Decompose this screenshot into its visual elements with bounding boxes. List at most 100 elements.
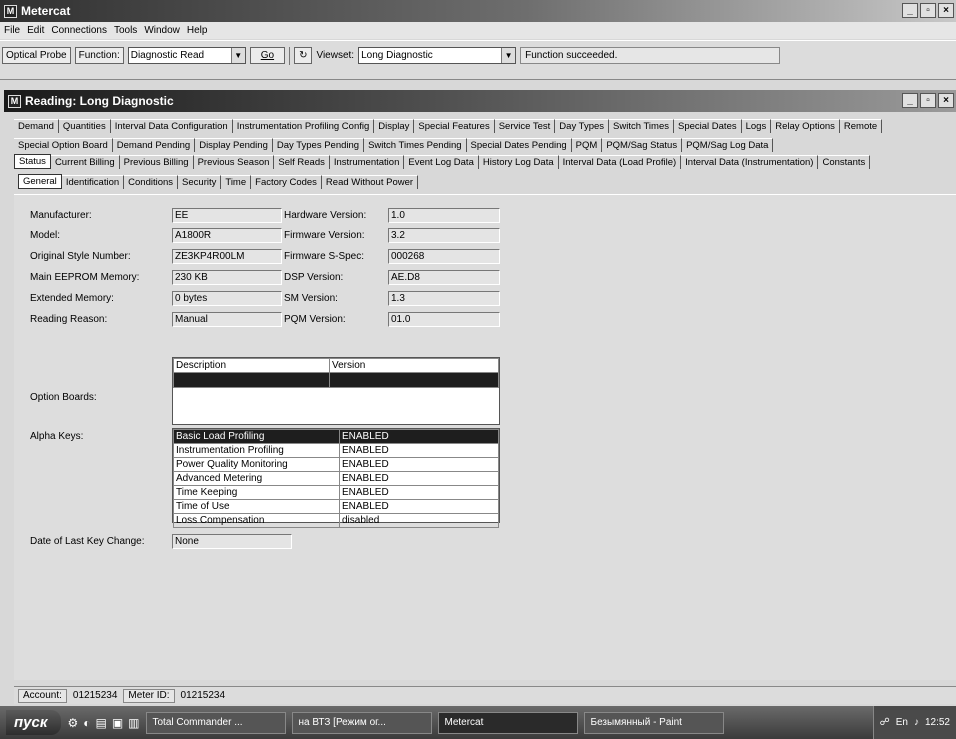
tab-display[interactable]: Display: [374, 118, 415, 133]
tab-special-features[interactable]: Special Features: [414, 118, 495, 133]
start-button[interactable]: пуск: [6, 710, 62, 735]
minimize-icon[interactable]: _: [902, 3, 918, 18]
task-total-commander[interactable]: Total Commander ...: [145, 711, 286, 734]
tab-switch-times-pending[interactable]: Switch Times Pending: [364, 137, 467, 152]
browser-icon[interactable]: ◐: [83, 716, 90, 730]
tab-pqm-sag-status[interactable]: PQM/Sag Status: [602, 137, 683, 152]
tab-row-1: Demand Quantities Interval Data Configur…: [14, 118, 956, 133]
table-row[interactable]: Loss Compensation disabled: [173, 513, 499, 528]
viewset-select[interactable]: Long Diagnostic ▼: [358, 47, 517, 64]
system-tray: ☍ En ♪ 12:52: [872, 706, 956, 739]
image-icon[interactable]: ▣: [112, 716, 123, 730]
tab-previous-billing[interactable]: Previous Billing: [119, 154, 194, 169]
menu-edit[interactable]: Edit: [27, 25, 44, 36]
refresh-icon[interactable]: ↻: [294, 47, 313, 64]
menu-tools[interactable]: Tools: [114, 25, 137, 36]
alpha-key-name: Power Quality Monitoring: [173, 457, 340, 472]
table-row[interactable]: Advanced Metering ENABLED: [173, 471, 499, 486]
tab-constants[interactable]: Constants: [818, 154, 871, 169]
tab-day-types[interactable]: Day Types: [555, 118, 610, 133]
folder-icon[interactable]: ▥: [128, 716, 139, 730]
reading-window-title-bar: M Reading: Long Diagnostic _ ▫ ×: [4, 90, 956, 112]
tab-factory-codes[interactable]: Factory Codes: [251, 174, 322, 189]
tab-demand-pending[interactable]: Demand Pending: [112, 137, 196, 152]
tab-relay-options[interactable]: Relay Options: [771, 118, 840, 133]
minimize-icon[interactable]: _: [902, 93, 918, 108]
maximize-icon[interactable]: ▫: [920, 93, 936, 108]
task-document[interactable]: на ВТЗ [Режим ог...: [291, 711, 432, 734]
volume-icon[interactable]: ♪: [914, 717, 919, 728]
tab-read-without-power[interactable]: Read Without Power: [321, 174, 419, 189]
tab-time[interactable]: Time: [221, 174, 252, 189]
go-button[interactable]: Go: [249, 47, 286, 64]
tab-history-log-data[interactable]: History Log Data: [478, 154, 559, 169]
tray-language[interactable]: En: [896, 717, 908, 728]
tab-interval-data-load-profile[interactable]: Interval Data (Load Profile): [558, 154, 682, 169]
tab-pqm-sag-log-data[interactable]: PQM/Sag Log Data: [682, 137, 774, 152]
alpha-key-status: ENABLED: [339, 429, 499, 444]
taskbar: пуск ⚙ ◐ ▤ ▣ ▥ Total Commander ... на ВТ…: [0, 706, 956, 739]
table-row[interactable]: Time of Use ENABLED: [173, 499, 499, 514]
alpha-keys-label: Alpha Keys:: [30, 431, 84, 442]
chevron-down-icon[interactable]: ▼: [501, 48, 516, 63]
menu-connections[interactable]: Connections: [51, 25, 107, 36]
tab-instrumentation[interactable]: Instrumentation: [329, 154, 405, 169]
table-row[interactable]: Power Quality Monitoring ENABLED: [173, 457, 499, 472]
tab-instrumentation-profiling-config[interactable]: Instrumentation Profiling Config: [232, 118, 375, 133]
task-paint[interactable]: Безымянный - Paint: [583, 711, 724, 734]
tab-identification[interactable]: Identification: [61, 174, 125, 189]
chevron-down-icon[interactable]: ▼: [230, 48, 245, 63]
tab-interval-data-instrumentation[interactable]: Interval Data (Instrumentation): [681, 154, 819, 169]
table-row[interactable]: [173, 372, 499, 388]
alpha-key-status: ENABLED: [339, 471, 499, 486]
eeprom-value: 230 KB: [172, 270, 282, 285]
style-number-value: ZE3KP4R00LM: [172, 249, 282, 264]
menu-file[interactable]: File: [4, 25, 20, 36]
tab-general[interactable]: General: [18, 174, 62, 189]
tab-special-dates[interactable]: Special Dates: [673, 118, 742, 133]
alpha-key-status: ENABLED: [339, 485, 499, 500]
tab-current-billing[interactable]: Current Billing: [50, 154, 120, 169]
tab-remote[interactable]: Remote: [839, 118, 883, 133]
tab-conditions[interactable]: Conditions: [124, 174, 179, 189]
function-status: Function succeeded.: [520, 47, 781, 64]
function-select[interactable]: Diagnostic Read ▼: [127, 47, 246, 64]
tab-logs[interactable]: Logs: [741, 118, 772, 133]
tab-pqm[interactable]: PQM: [571, 137, 603, 152]
tab-service-test[interactable]: Service Test: [494, 118, 556, 133]
tab-display-pending[interactable]: Display Pending: [195, 137, 273, 152]
tab-demand[interactable]: Demand: [14, 118, 59, 133]
tab-day-types-pending[interactable]: Day Types Pending: [272, 137, 365, 152]
tab-previous-season[interactable]: Previous Season: [193, 154, 275, 169]
tab-special-dates-pending[interactable]: Special Dates Pending: [466, 137, 572, 152]
tab-special-option-board[interactable]: Special Option Board: [14, 137, 113, 152]
task-metercat[interactable]: Metercat: [437, 711, 578, 734]
tab-interval-data-configuration[interactable]: Interval Data Configuration: [110, 118, 233, 133]
table-row[interactable]: Time Keeping ENABLED: [173, 485, 499, 500]
menu-help[interactable]: Help: [187, 25, 208, 36]
optical-probe-button[interactable]: Optical Probe: [2, 47, 71, 64]
extended-memory-label: Extended Memory:: [30, 293, 114, 304]
close-icon[interactable]: ×: [938, 3, 954, 18]
tab-security[interactable]: Security: [178, 174, 222, 189]
document-icon[interactable]: ▤: [95, 716, 106, 730]
meter-id-label: Meter ID:: [123, 688, 175, 703]
settings-icon[interactable]: ⚙: [67, 716, 78, 730]
tab-self-reads[interactable]: Self Reads: [274, 154, 330, 169]
table-row[interactable]: Basic Load Profiling ENABLED: [173, 429, 499, 444]
firmware-version-value: 3.2: [388, 228, 500, 243]
tab-quantities[interactable]: Quantities: [58, 118, 111, 133]
tab-event-log-data[interactable]: Event Log Data: [404, 154, 479, 169]
tab-status[interactable]: Status: [14, 154, 51, 169]
close-icon[interactable]: ×: [938, 93, 954, 108]
table-row[interactable]: Instrumentation Profiling ENABLED: [173, 443, 499, 458]
network-icon[interactable]: ☍: [880, 717, 890, 728]
meter-id-value: 01215234: [180, 690, 226, 701]
reading-reason-label: Reading Reason:: [30, 314, 108, 325]
menu-window[interactable]: Window: [144, 25, 180, 36]
maximize-icon[interactable]: ▫: [920, 3, 936, 18]
tab-switch-times[interactable]: Switch Times: [609, 118, 674, 133]
metercat-app-icon: M: [4, 4, 17, 18]
alpha-key-name: Instrumentation Profiling: [173, 443, 340, 458]
firmware-sspec-label: Firmware S-Spec:: [284, 251, 365, 262]
